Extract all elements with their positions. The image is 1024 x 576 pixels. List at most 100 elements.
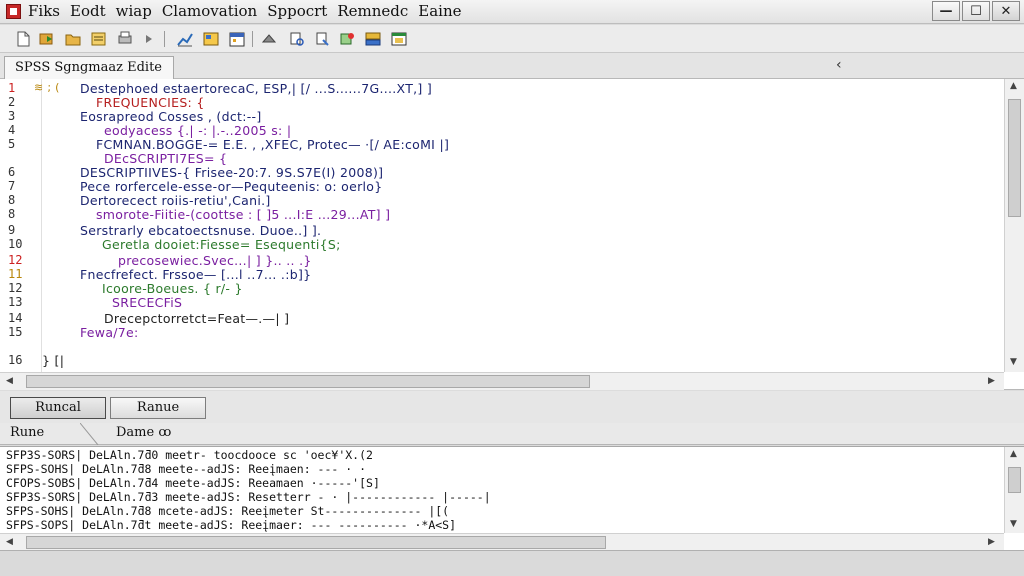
menu-file[interactable]: Fiks	[28, 2, 70, 20]
zoom-icon[interactable]	[314, 30, 332, 48]
line-number: 10	[8, 237, 23, 251]
print-icon[interactable]	[116, 30, 134, 48]
editor-tab-strip: SPSS Sgngmaaz Edite ▾ ‹	[0, 53, 1024, 90]
line-number: 12	[8, 253, 23, 267]
chevron-left-icon[interactable]: ‹	[836, 57, 842, 73]
tab-run[interactable]: Rune	[10, 425, 44, 440]
back-icon[interactable]	[38, 30, 56, 48]
toolbar-separator	[252, 31, 253, 47]
app-icon	[6, 4, 21, 19]
range-button[interactable]: Ranue	[110, 397, 206, 419]
window-controls: — ☐ ✕	[932, 1, 1020, 21]
split-icon[interactable]	[364, 30, 382, 48]
code-line: Dertorecect roiis-retiu',Cani.]	[80, 193, 271, 208]
menu-extra[interactable]: Eaine	[418, 2, 471, 20]
line-number: 15	[8, 325, 23, 339]
toolbar-separator	[164, 31, 165, 47]
editor-vertical-scrollbar[interactable]: ▲ ▼	[1004, 79, 1024, 372]
scroll-right-icon[interactable]: ▶	[988, 537, 995, 547]
code-line: Icoore-Boeues. { r/- }	[102, 281, 243, 296]
run-button[interactable]: Runcal	[10, 397, 106, 419]
status-bar	[0, 550, 1024, 576]
code-line: DEcSCRIPTI7ES= {	[104, 151, 228, 166]
output-vertical-scrollbar[interactable]: ▲ ▼	[1004, 447, 1024, 533]
menu-list: Fiks Eodt wiap Clamovation Sppocrt Remne…	[28, 2, 472, 20]
line-number: 11	[8, 267, 23, 281]
menu-support[interactable]: Sppocrt	[267, 2, 337, 20]
variables-icon[interactable]	[338, 30, 356, 48]
window-icon[interactable]	[390, 30, 408, 48]
tab-divider	[80, 423, 99, 445]
line-number: 7	[8, 179, 16, 193]
minimize-button[interactable]: —	[932, 1, 960, 21]
output-log[interactable]: SFP3S-SORS| DeLAln.7ƌ0 meetr- toocdooce …	[0, 446, 1024, 551]
scroll-down-icon[interactable]: ▼	[1010, 519, 1017, 529]
line-number: 2	[8, 95, 16, 109]
line-number: 1	[8, 81, 16, 95]
line-number: 13	[8, 295, 23, 309]
code-line: Fewa/7e:	[80, 325, 139, 340]
close-button[interactable]: ✕	[992, 1, 1020, 21]
code-line: Pece rorfercele-esse-or—Pequteenis: o: o…	[80, 179, 383, 194]
scroll-left-icon[interactable]: ◀	[6, 537, 13, 547]
code-line: Eosrapreod Cosses , (dct:--]	[80, 109, 262, 124]
calendar-icon[interactable]	[228, 30, 246, 48]
code-line: DESCRIPTIIVES-{ Frisee-20:7. 9S.S7E(I) 2…	[80, 165, 384, 180]
tab-name[interactable]: Dame ꝏ	[116, 425, 171, 440]
scroll-up-icon[interactable]: ▲	[1010, 449, 1017, 459]
line-number: 9	[8, 223, 16, 237]
code-line: Destephoed estaertorecaC, ESP,| [/ ...S.…	[80, 81, 433, 96]
line-number: 8	[8, 193, 16, 207]
fold-marker[interactable]: ≋ ; (	[34, 81, 60, 94]
output-horizontal-scrollbar[interactable]: ◀ ▶	[0, 533, 1004, 551]
log-line: SFPS-SOHS| DeLAln.7ƌ8 mcete-adJS: Reeįme…	[6, 504, 450, 518]
code-line: precosewiec.Svec...| ] }.. .. .}	[118, 253, 312, 268]
scroll-thumb[interactable]	[26, 375, 590, 388]
menu-edit[interactable]: Eodt	[70, 2, 116, 20]
line-number: 5	[8, 137, 16, 151]
code-line: Fnecfrefect. Frssoe— [...l ..7... .:b]}	[80, 267, 312, 282]
scroll-thumb[interactable]	[26, 536, 606, 549]
scroll-thumb[interactable]	[1008, 467, 1021, 493]
scroll-thumb[interactable]	[1008, 99, 1021, 217]
scroll-up-icon[interactable]: ▲	[1010, 81, 1017, 91]
log-line: SFPS-SOHS| DeLAln.7ƌ8 meete--adJS: Reeįm…	[6, 462, 367, 476]
code-line: Geretla dooiet:Fiesse= Esequenti{S;	[102, 237, 341, 252]
play-icon[interactable]	[140, 30, 158, 48]
toolbar	[0, 25, 1024, 53]
output-header: Rune Dame ꝏ	[0, 423, 1024, 445]
tab-syntax-editor[interactable]: SPSS Sgngmaaz Edite ▾	[4, 56, 174, 90]
scroll-right-icon[interactable]: ▶	[988, 376, 995, 386]
line-number: 3	[8, 109, 16, 123]
log-line: SFP3S-SORS| DeLAln.7ƌ0 meetr- toocdooce …	[6, 448, 373, 462]
maximize-button[interactable]: ☐	[962, 1, 990, 21]
code-line: smorote-Fiitie-(coottse : [ ]5 ...I:E ..…	[96, 207, 391, 222]
editor-horizontal-scrollbar[interactable]: ◀ ▶	[0, 372, 1004, 390]
tab-title: SPSS Sgngmaaz Edite	[15, 60, 162, 75]
new-doc-icon[interactable]	[14, 30, 32, 48]
log-line: CFOPS-SOBS| DeLAln.7ƌ4 meete-adJS: Reeam…	[6, 476, 380, 490]
code-line: Serstrarly ebcatoectsnuse. Duoe..] ].	[80, 223, 322, 238]
line-number: 16	[8, 353, 23, 367]
search-icon[interactable]	[288, 30, 306, 48]
menu-remedy[interactable]: Remnedc	[337, 2, 418, 20]
code-line: FCMNAN.BOGGE-= E.E. , ,XFEC, Protec— ·[/…	[96, 137, 450, 152]
edit-icon[interactable]	[90, 30, 108, 48]
code-line: eodyacess {.| -: |.-..2005 s: |	[104, 123, 292, 138]
line-number-gutter: 1 2 3 4 5 6 7 8 8 9 10 12 11 12 13 14 15…	[0, 79, 42, 372]
syntax-editor[interactable]: 1 2 3 4 5 6 7 8 8 9 10 12 11 12 13 14 15…	[0, 79, 1024, 390]
menu-transform[interactable]: Clamovation	[162, 2, 267, 20]
line-number: 4	[8, 123, 16, 137]
open-folder-icon[interactable]	[64, 30, 82, 48]
scroll-down-icon[interactable]: ▼	[1010, 357, 1017, 367]
chart-icon[interactable]	[176, 30, 194, 48]
run-button-bar: Runcal Ranue	[0, 391, 1024, 423]
code-line: FREQUENCIES: {	[96, 95, 205, 110]
scroll-left-icon[interactable]: ◀	[6, 376, 13, 386]
gear-icon[interactable]	[260, 30, 278, 48]
menu-view[interactable]: wiap	[116, 2, 162, 20]
line-number: 8	[8, 207, 16, 221]
table-icon[interactable]	[202, 30, 220, 48]
line-number: 6	[8, 165, 16, 179]
code-line: SRECECFiS	[112, 295, 183, 310]
